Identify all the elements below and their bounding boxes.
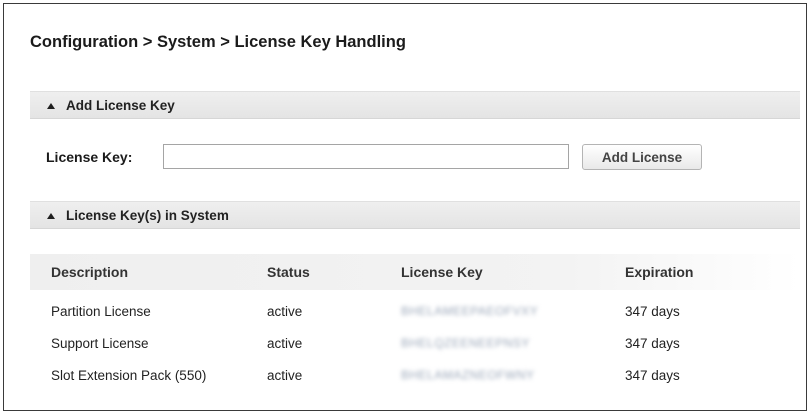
page-title: Configuration > System > License Key Han…	[30, 33, 406, 51]
column-header-license-key: License Key	[401, 264, 483, 280]
cell-description: Partition License	[51, 304, 151, 319]
cell-license-key-blurred: BHELQZEENEEPNSY	[401, 336, 530, 350]
cell-description: Slot Extension Pack (550)	[51, 368, 207, 383]
collapse-triangle-icon	[47, 103, 55, 109]
column-header-status: Status	[267, 264, 310, 280]
cell-expiration: 347 days	[625, 336, 680, 351]
section-title: Add License Key	[66, 97, 175, 113]
add-license-section-header[interactable]: Add License Key	[30, 91, 800, 119]
license-key-panel: Configuration > System > License Key Han…	[3, 3, 807, 411]
license-key-label: License Key:	[46, 149, 133, 165]
table-row: Support License active BHELQZEENEEPNSY 3…	[30, 333, 800, 357]
table-header: Description Status License Key Expiratio…	[30, 254, 800, 290]
license-key-input[interactable]	[163, 144, 569, 169]
section-title: License Key(s) in System	[66, 207, 229, 223]
cell-status: active	[267, 368, 303, 383]
table-row: Slot Extension Pack (550) active BHELAMA…	[30, 365, 800, 389]
cell-expiration: 347 days	[625, 368, 680, 383]
cell-license-key-blurred: BHELAMAZNEOFWNY	[401, 368, 535, 382]
cell-status: active	[267, 336, 303, 351]
add-license-button[interactable]: Add License	[582, 144, 702, 170]
collapse-triangle-icon	[47, 213, 55, 219]
cell-status: active	[267, 304, 303, 319]
cell-license-key-blurred: BHELAMEEPAEOFVXY	[401, 304, 539, 318]
cell-expiration: 347 days	[625, 304, 680, 319]
cell-description: Support License	[51, 336, 149, 351]
column-header-expiration: Expiration	[625, 264, 694, 280]
license-keys-section-header[interactable]: License Key(s) in System	[30, 201, 800, 229]
column-header-description: Description	[51, 264, 129, 280]
table-row: Partition License active BHELAMEEPAEOFVX…	[30, 301, 800, 325]
